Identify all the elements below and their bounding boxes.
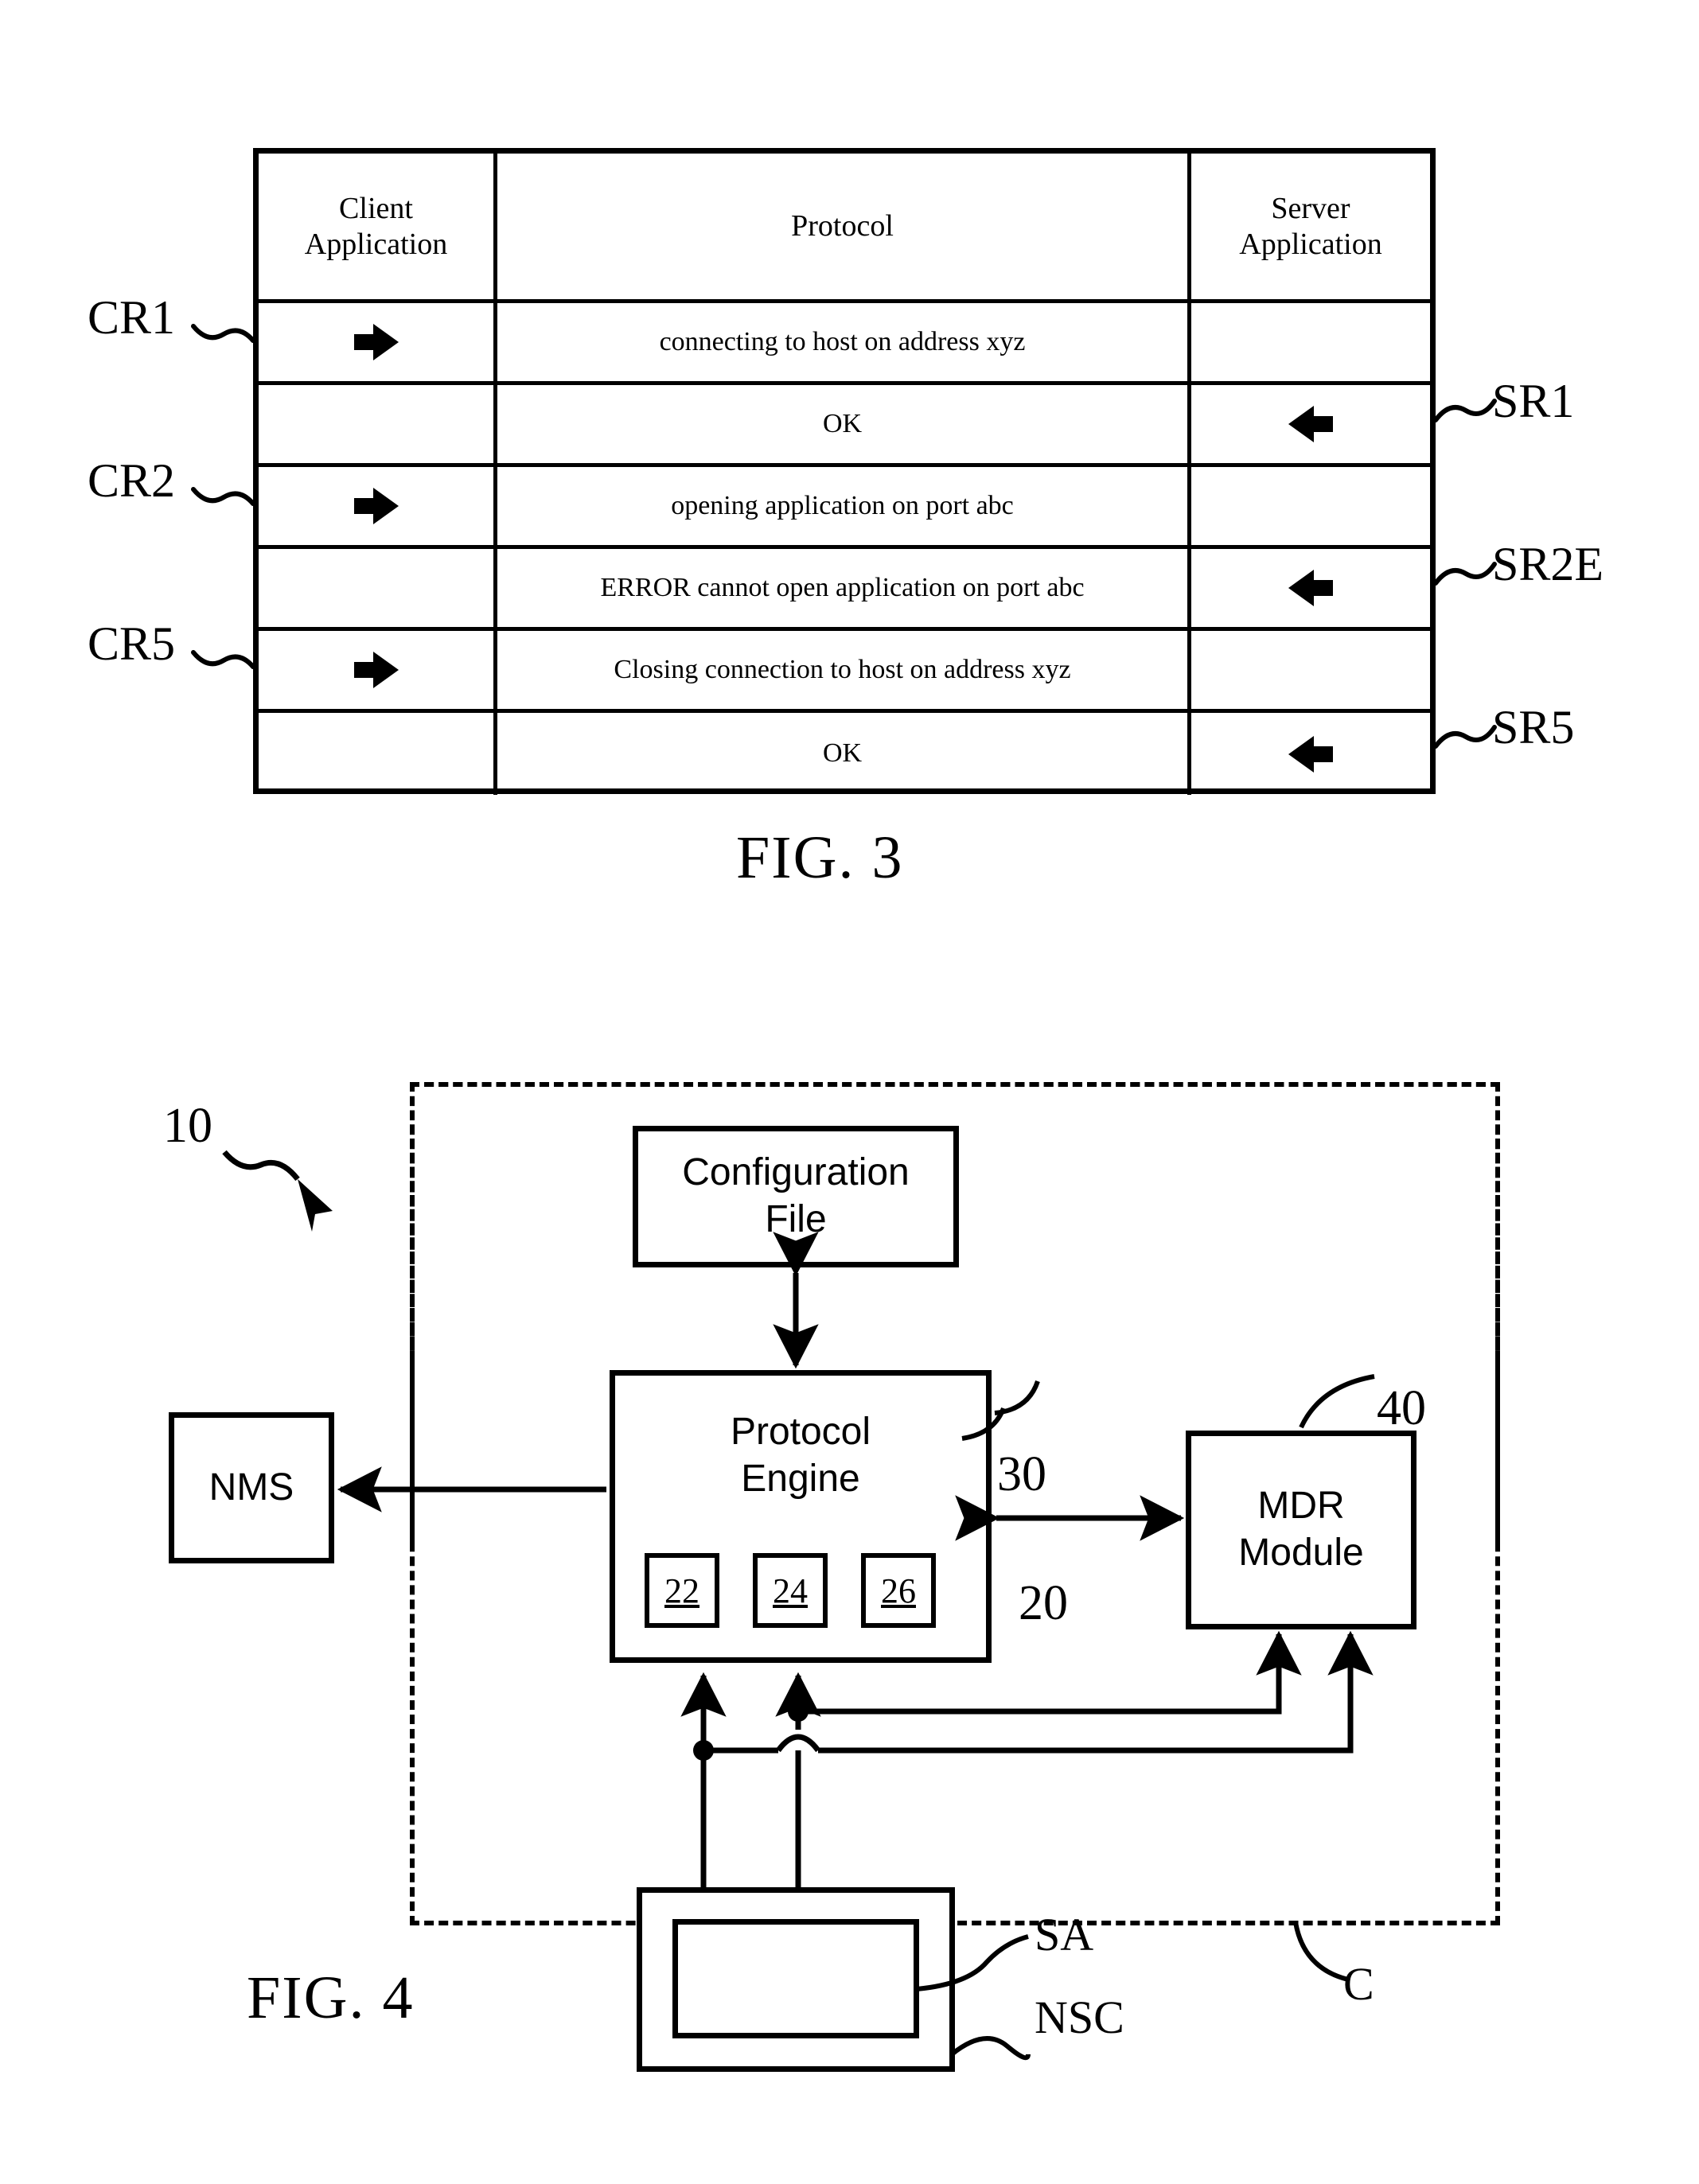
arrow-right-icon bbox=[353, 324, 399, 360]
ref-label-nsc: NSC bbox=[1035, 1991, 1124, 2043]
cell-server-arrow bbox=[1191, 549, 1430, 627]
nms-label: NMS bbox=[208, 1466, 294, 1509]
cell-client-arrow bbox=[259, 713, 497, 795]
leader-cr1 bbox=[191, 324, 255, 343]
sa-box bbox=[672, 1919, 919, 2038]
leader-10-arrowhead bbox=[298, 1179, 333, 1232]
submodule-label-24: 24 bbox=[773, 1571, 808, 1610]
ref-label-sr5: SR5 bbox=[1492, 701, 1575, 753]
figure-4-caption: FIG. 4 bbox=[247, 1964, 415, 2031]
leader-nsc bbox=[950, 2036, 1031, 2061]
arrow-left-icon bbox=[1288, 570, 1333, 606]
protocol-message-text: Closing connection to host on address xy… bbox=[614, 654, 1071, 684]
cell-client-arrow bbox=[259, 385, 497, 463]
ref-number-20: 20 bbox=[1019, 1576, 1068, 1630]
cell-protocol-message: opening application on port abc bbox=[497, 467, 1191, 545]
leader-c bbox=[1293, 1921, 1349, 1982]
header-cell-client-application: Client Application bbox=[259, 154, 497, 299]
configuration-file-box: Configuration File bbox=[633, 1126, 959, 1267]
protocol-message-text: OK bbox=[822, 738, 863, 769]
header-server-line1: Server bbox=[1271, 191, 1350, 225]
table-row: connecting to host on address xyz bbox=[259, 303, 1430, 385]
table-row: Closing connection to host on address xy… bbox=[259, 631, 1430, 713]
submodule-label-22: 22 bbox=[664, 1571, 699, 1610]
cell-server-arrow bbox=[1191, 467, 1430, 545]
ref-number-40: 40 bbox=[1377, 1381, 1426, 1435]
ref-number-30: 30 bbox=[997, 1447, 1046, 1501]
cell-server-arrow bbox=[1191, 631, 1430, 709]
header-server-line2: Application bbox=[1239, 227, 1382, 261]
arrow-left-icon bbox=[1288, 735, 1333, 773]
submodule-box-26: 26 bbox=[861, 1553, 936, 1628]
leader-sr1 bbox=[1433, 399, 1497, 422]
mdr-module-line1: MDR bbox=[1257, 1485, 1345, 1528]
protocol-message-text: connecting to host on address xyz bbox=[659, 326, 1026, 356]
ref-label-cr2: CR2 bbox=[88, 454, 176, 507]
ref-number-10: 10 bbox=[163, 1099, 212, 1153]
leader-10 bbox=[222, 1150, 300, 1182]
protocol-message-text: OK bbox=[822, 408, 863, 438]
cell-protocol-message: OK bbox=[497, 385, 1191, 463]
protocol-engine-line1: Protocol bbox=[730, 1411, 871, 1453]
table-header-row: Client Application Protocol Server Appli… bbox=[259, 154, 1430, 303]
configuration-file-line2: File bbox=[765, 1198, 827, 1240]
mdr-module-line2: Module bbox=[1238, 1532, 1364, 1574]
table-row: OK bbox=[259, 713, 1430, 795]
ref-label-sr1: SR1 bbox=[1492, 375, 1575, 427]
ref-label-sr2e: SR2E bbox=[1492, 538, 1604, 590]
cell-server-arrow bbox=[1191, 385, 1430, 463]
ref-label-sa: SA bbox=[1035, 1909, 1094, 1960]
header-cell-server-application: Server Application bbox=[1191, 154, 1430, 299]
header-protocol-label: Protocol bbox=[791, 209, 894, 243]
cell-protocol-message: OK bbox=[497, 713, 1191, 795]
protocol-engine-line2: Engine bbox=[741, 1457, 860, 1500]
cell-protocol-message: Closing connection to host on address xy… bbox=[497, 631, 1191, 709]
nms-box: NMS bbox=[169, 1412, 334, 1563]
cell-client-arrow bbox=[259, 467, 497, 545]
cell-server-arrow bbox=[1191, 303, 1430, 381]
cell-client-arrow bbox=[259, 631, 497, 709]
fig3-protocol-table: Client Application Protocol Server Appli… bbox=[253, 148, 1436, 795]
table-row: ERROR cannot open application on port ab… bbox=[259, 549, 1430, 631]
header-client-line1: Client bbox=[339, 191, 413, 225]
submodule-box-22: 22 bbox=[645, 1553, 719, 1628]
ref-label-c: C bbox=[1343, 1958, 1374, 2010]
header-cell-protocol: Protocol bbox=[497, 154, 1191, 299]
ref-label-cr5: CR5 bbox=[88, 617, 176, 670]
submodule-label-26: 26 bbox=[881, 1571, 916, 1610]
cell-client-arrow bbox=[259, 549, 497, 627]
leader-cr2 bbox=[191, 487, 255, 506]
table-row: opening application on port abc bbox=[259, 467, 1430, 549]
arrow-left-icon bbox=[1288, 406, 1333, 442]
cell-protocol-message: connecting to host on address xyz bbox=[497, 303, 1191, 381]
mdr-module-box: MDR Module bbox=[1186, 1431, 1416, 1629]
header-client-line2: Application bbox=[304, 227, 448, 261]
arrow-right-icon bbox=[353, 488, 399, 524]
figure-3-caption: FIG. 3 bbox=[736, 824, 904, 891]
table-row: OK bbox=[259, 385, 1430, 467]
protocol-message-text: opening application on port abc bbox=[671, 490, 1014, 520]
leader-sr5 bbox=[1433, 725, 1497, 749]
arrow-right-icon bbox=[353, 652, 399, 688]
ref-label-cr1: CR1 bbox=[88, 291, 176, 344]
leader-sr2e bbox=[1433, 562, 1497, 586]
cell-server-arrow bbox=[1191, 713, 1430, 795]
protocol-message-text: ERROR cannot open application on port ab… bbox=[600, 572, 1085, 602]
cell-client-arrow bbox=[259, 303, 497, 381]
leader-cr5 bbox=[191, 650, 255, 669]
configuration-file-line1: Configuration bbox=[682, 1151, 910, 1194]
cell-protocol-message: ERROR cannot open application on port ab… bbox=[497, 549, 1191, 627]
submodule-box-24: 24 bbox=[753, 1553, 828, 1628]
